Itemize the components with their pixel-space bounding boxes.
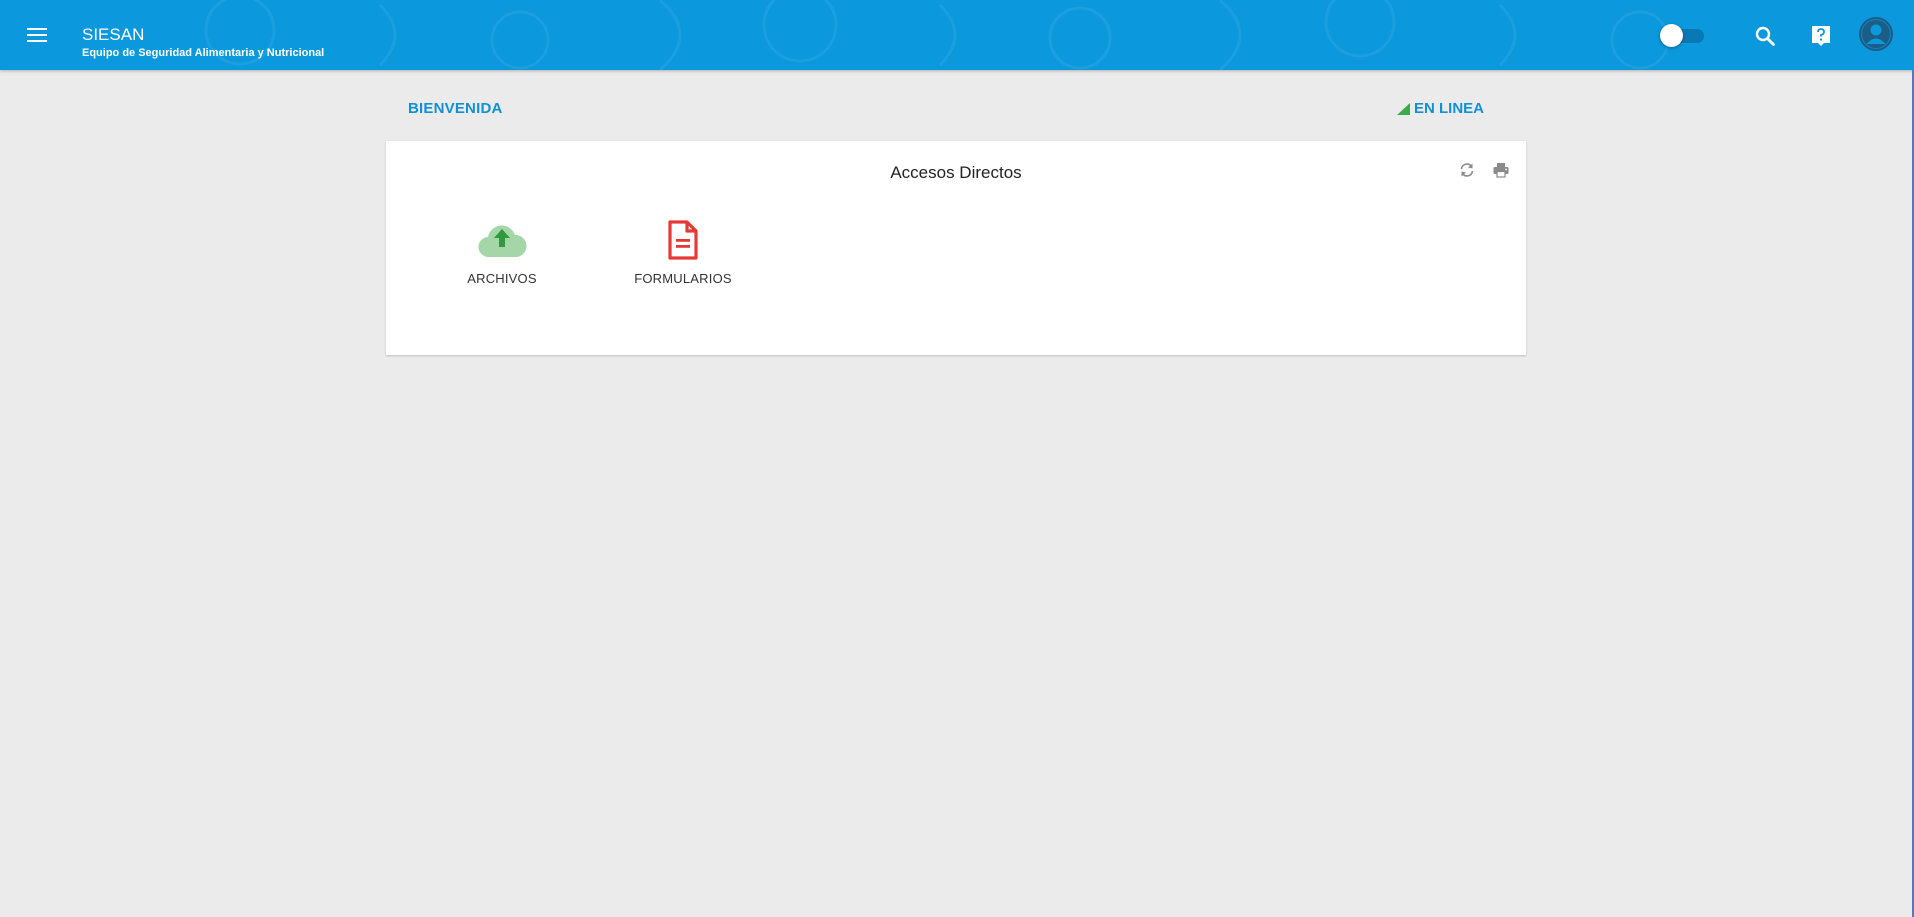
refresh-icon [1460, 163, 1474, 177]
shortcut-label: FORMULARIOS [634, 271, 732, 286]
shortcut-label: ARCHIVOS [467, 271, 537, 286]
card-title: Accesos Directos [890, 163, 1022, 182]
shortcut-archivos[interactable]: ARCHIVOS [442, 217, 562, 297]
toggle-knob [1660, 24, 1683, 47]
status-label: EN LINEA [1413, 100, 1484, 117]
app-subtitle: Equipo de Seguridad Alimentaria y Nutric… [82, 47, 325, 59]
connection-status: EN LINEA [1396, 100, 1484, 117]
page-header: BIENVENIDA EN LINEA [408, 100, 1484, 120]
brand: SIESAN Equipo de Seguridad Alimentaria y… [82, 24, 324, 60]
search-button[interactable] [1750, 21, 1780, 51]
cloud-upload-icon [478, 225, 527, 258]
shortcut-formularios[interactable]: FORMULARIOS [623, 217, 743, 297]
account-icon [1859, 17, 1893, 51]
print-icon [1493, 163, 1509, 178]
app-title: SIESAN [82, 25, 145, 44]
theme-toggle[interactable] [1658, 23, 1708, 47]
menu-icon [27, 28, 47, 42]
page-title: BIENVENIDA [408, 100, 503, 117]
refresh-button[interactable] [1456, 159, 1478, 181]
help-button[interactable] [1806, 21, 1836, 51]
signal-icon [1396, 102, 1410, 115]
document-icon [668, 220, 698, 260]
account-button[interactable] [1858, 16, 1894, 52]
menu-button[interactable] [22, 21, 52, 49]
print-button[interactable] [1490, 159, 1512, 181]
help-icon [1812, 26, 1830, 46]
search-icon [1755, 26, 1775, 46]
top-app-bar: SIESAN Equipo de Seguridad Alimentaria y… [0, 0, 1914, 70]
card-tools [1456, 159, 1512, 181]
shortcuts-card: Accesos Directos ARCHIVOS FORMULARIOS [386, 141, 1526, 355]
